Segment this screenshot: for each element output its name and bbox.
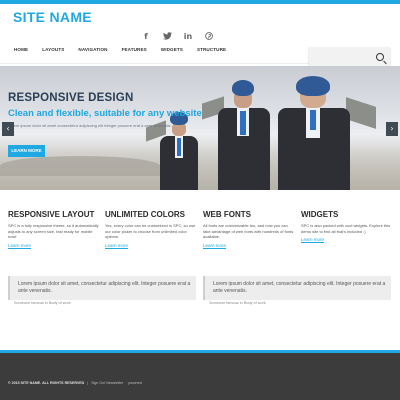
nav-item-navigation[interactable]: NAVIGATION — [72, 45, 113, 55]
nav-divider — [0, 63, 310, 64]
hero-description: Lorem ipsum dolor sit amet consectetur a… — [8, 123, 171, 128]
quote-box-left: Lorem ipsum dolor sit amet, consectetur … — [8, 276, 196, 300]
feature-title: RESPONSIVE LAYOUT — [8, 210, 95, 219]
feature-learn-more-link[interactable]: Learn more — [8, 243, 100, 248]
search-box[interactable] — [309, 47, 390, 67]
facebook-icon[interactable]: f — [140, 31, 152, 41]
copyright-text: © 2015 SITE NAME. ALL RIGHTS RESERVED — [8, 381, 85, 385]
feature-title: UNLIMITED COLORS — [105, 210, 185, 219]
feature-text: SPC is also packed with cool widgets. Ex… — [301, 223, 391, 234]
nav-item-layouts[interactable]: LAYOUTS — [36, 45, 70, 55]
hero-slider: RESPONSIVE DESIGN Clean and flexible, su… — [0, 66, 400, 190]
feature-unlimited-colors: UNLIMITED COLORS Yes, every color can be… — [105, 210, 197, 248]
nav-item-features[interactable]: FEATURES — [116, 45, 153, 55]
features-section: RESPONSIVE LAYOUT SPC is a fully respons… — [0, 210, 400, 260]
quote-text: Lorem ipsum dolor sit amet, consectetur … — [213, 281, 386, 294]
hero-subtitle: Clean and flexible, suitable for any web… — [8, 108, 202, 119]
learn-more-button[interactable]: LEARN MORE — [8, 145, 45, 157]
social-links: f in — [140, 31, 215, 41]
linkedin-icon[interactable]: in — [182, 31, 194, 41]
feature-learn-more-link[interactable]: Learn more — [105, 243, 197, 248]
quote-text: Lorem ipsum dolor sit amet, consectetur … — [18, 281, 191, 294]
feature-title: WIDGETS — [301, 210, 339, 219]
footer: © 2015 SITE NAME. ALL RIGHTS RESERVED | … — [0, 353, 400, 400]
nav-item-structure[interactable]: STRUCTURE — [191, 45, 232, 55]
slider-prev-arrow-icon[interactable]: ‹ — [2, 122, 14, 136]
nav-item-home[interactable]: HOME — [8, 45, 34, 55]
feature-widgets: WIDGETS SPC is also packed with cool wid… — [301, 210, 393, 242]
twitter-icon[interactable] — [161, 31, 173, 41]
footer-credit[interactable]: powered — [128, 381, 142, 385]
site-logo[interactable]: SITE NAME — [13, 9, 92, 25]
nav-item-widgets[interactable]: WIDGETS — [155, 45, 189, 55]
feature-title: WEB FONTS — [203, 210, 251, 219]
feature-text: SPC is a fully responsive theme, so it a… — [8, 223, 99, 239]
hero-title: RESPONSIVE DESIGN — [8, 92, 134, 104]
pinterest-icon[interactable] — [203, 31, 215, 41]
top-accent-bar — [0, 0, 400, 4]
search-icon[interactable] — [376, 53, 384, 61]
feature-text: Yes, every color can be customized in SP… — [105, 223, 196, 239]
feature-responsive-layout: RESPONSIVE LAYOUT SPC is a fully respons… — [8, 210, 100, 248]
slider-next-arrow-icon[interactable]: › — [386, 122, 398, 136]
footer-links[interactable]: Sign Out Newsletter — [91, 381, 123, 385]
quote-citation: Someone famous in Body of work — [209, 301, 266, 305]
feature-web-fonts: WEB FONTS All fonts are customizable too… — [203, 210, 295, 248]
footer-bar: © 2015 SITE NAME. ALL RIGHTS RESERVED | … — [8, 381, 142, 385]
quote-citation: Someone famous in Body of work — [14, 301, 71, 305]
feature-learn-more-link[interactable]: Learn more — [301, 237, 393, 242]
feature-text: All fonts are customizable too, and now … — [203, 223, 294, 239]
feature-learn-more-link[interactable]: Learn more — [203, 243, 295, 248]
quote-box-right: Lorem ipsum dolor sit amet, consectetur … — [203, 276, 391, 300]
